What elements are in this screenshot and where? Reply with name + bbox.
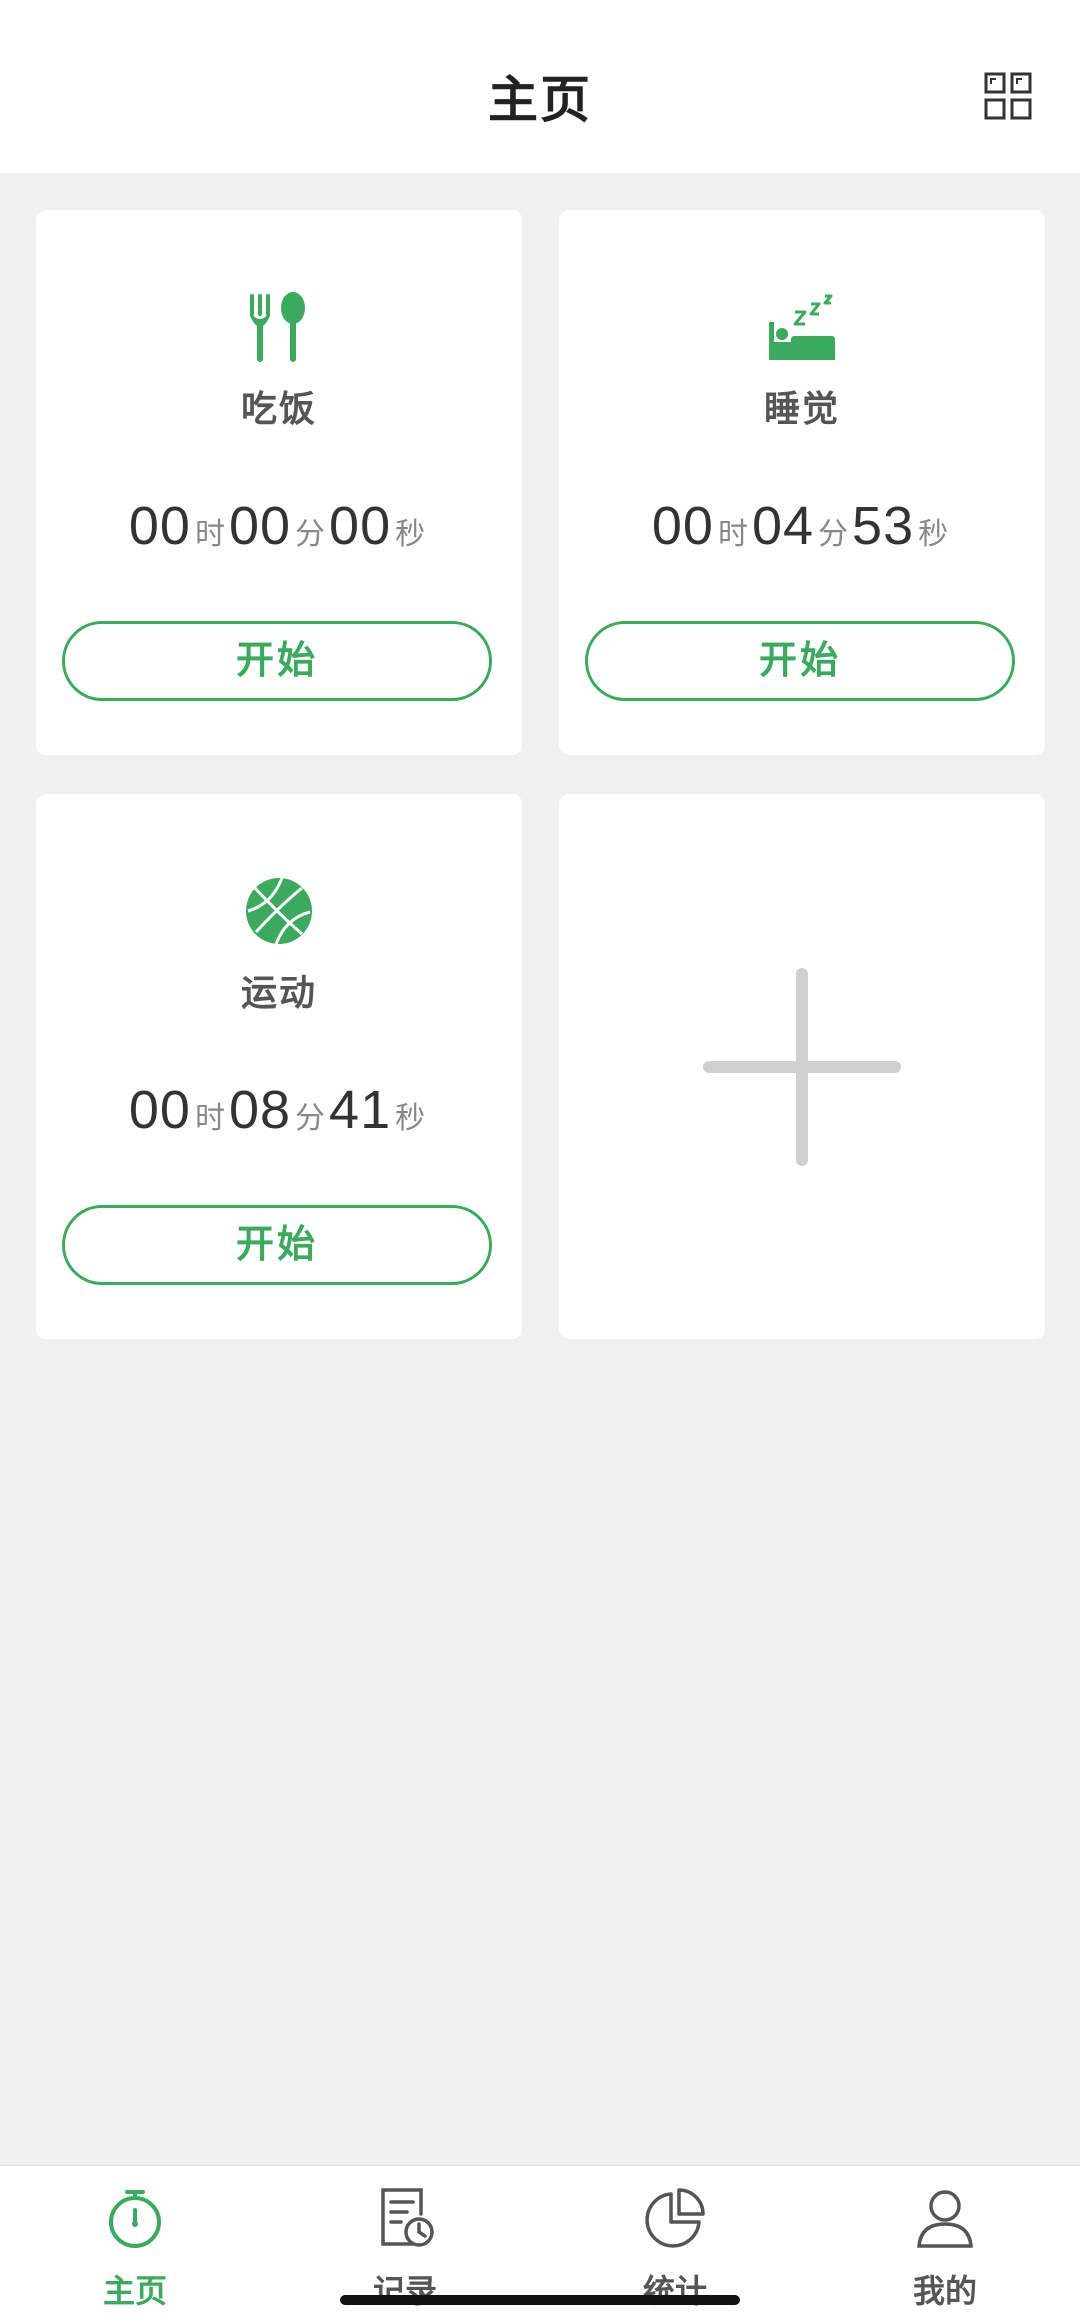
user-icon bbox=[810, 2186, 1080, 2256]
activity-card-eat[interactable]: 吃饭 00 时00 分00 秒 开始 bbox=[36, 210, 522, 755]
timer-seconds: 53 bbox=[852, 496, 915, 556]
hour-unit: 时 bbox=[194, 1102, 225, 1135]
card-title: 睡觉 bbox=[763, 388, 840, 429]
tab-label: 记录 bbox=[372, 2273, 437, 2309]
home-indicator[interactable] bbox=[340, 2295, 740, 2305]
timer-hours: 00 bbox=[128, 496, 191, 556]
pie-chart-icon bbox=[540, 2186, 810, 2256]
tab-mine[interactable]: 我的 bbox=[810, 2166, 1080, 2324]
plus-icon bbox=[703, 968, 901, 1166]
timer-minutes: 08 bbox=[228, 1080, 292, 1140]
fork-spoon-icon bbox=[36, 290, 522, 364]
second-unit: 秒 bbox=[918, 518, 949, 551]
stopwatch-icon bbox=[0, 2186, 270, 2256]
tab-label: 主页 bbox=[102, 2273, 167, 2309]
timer-display: 00 时00 分00 秒 bbox=[36, 495, 522, 557]
tab-label: 统计 bbox=[642, 2273, 707, 2309]
second-unit: 秒 bbox=[395, 1102, 426, 1135]
start-button[interactable]: 开始 bbox=[585, 621, 1015, 701]
timer-display: 00 时08 分41 秒 bbox=[36, 1079, 522, 1141]
page-title: 主页 bbox=[488, 72, 592, 128]
timer-hours: 00 bbox=[128, 1080, 191, 1140]
start-button[interactable]: 开始 bbox=[62, 1205, 492, 1285]
activity-card-sport[interactable]: 运动 00 时08 分41 秒 开始 bbox=[36, 794, 522, 1339]
hour-unit: 时 bbox=[717, 518, 748, 551]
minute-unit: 分 bbox=[818, 518, 849, 551]
basketball-icon bbox=[36, 874, 522, 948]
sleep-bed-icon bbox=[559, 290, 1045, 364]
timer-hours: 00 bbox=[651, 496, 714, 556]
timer-seconds: 00 bbox=[329, 496, 392, 556]
minute-unit: 分 bbox=[295, 1102, 326, 1135]
minute-unit: 分 bbox=[295, 518, 326, 551]
timer-minutes: 00 bbox=[228, 496, 292, 556]
second-unit: 秒 bbox=[395, 518, 426, 551]
hour-unit: 时 bbox=[194, 518, 225, 551]
grid-icon[interactable] bbox=[984, 72, 1032, 120]
timer-seconds: 41 bbox=[329, 1080, 392, 1140]
timer-display: 00 时04 分53 秒 bbox=[559, 495, 1045, 557]
tab-home[interactable]: 主页 bbox=[0, 2166, 270, 2324]
top-bar: 主页 bbox=[0, 0, 1080, 173]
card-title: 吃饭 bbox=[240, 388, 317, 429]
activity-card-sleep[interactable]: 睡觉 00 时04 分53 秒 开始 bbox=[559, 210, 1045, 755]
tab-label: 我的 bbox=[912, 2273, 977, 2309]
add-activity-card[interactable] bbox=[559, 794, 1045, 1339]
record-document-icon bbox=[270, 2186, 540, 2256]
start-button[interactable]: 开始 bbox=[62, 621, 492, 701]
card-title: 运动 bbox=[240, 972, 317, 1013]
timer-minutes: 04 bbox=[751, 496, 815, 556]
